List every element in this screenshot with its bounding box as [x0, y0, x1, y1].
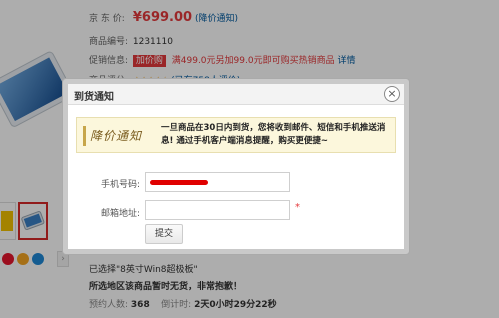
- notice-text: 一旦商品在30日内到货，您将收到邮件、短信和手机推送消息! 通过手机客户端消息提…: [161, 123, 386, 146]
- required-mark: *: [295, 202, 300, 213]
- redacted-phone-mark: [150, 180, 208, 185]
- email-field[interactable]: [145, 200, 290, 220]
- phone-label: 手机号码:: [100, 180, 140, 190]
- dialog-title: 到货通知: [74, 92, 114, 103]
- dialog-header: 到货通知 ×: [68, 84, 404, 105]
- notice-banner: 降价通知 一旦商品在30日内到货，您将收到邮件、短信和手机推送消息! 通过手机客…: [76, 117, 396, 153]
- submit-button[interactable]: 提交: [145, 224, 183, 244]
- email-label: 邮箱地址:: [100, 209, 140, 219]
- phone-field[interactable]: [145, 172, 290, 192]
- notice-logo: 降价通知: [83, 126, 149, 146]
- close-icon[interactable]: ×: [384, 86, 400, 102]
- arrival-notice-dialog: 到货通知 × 降价通知 一旦商品在30日内到货，您将收到邮件、短信和手机推送消息…: [63, 79, 409, 254]
